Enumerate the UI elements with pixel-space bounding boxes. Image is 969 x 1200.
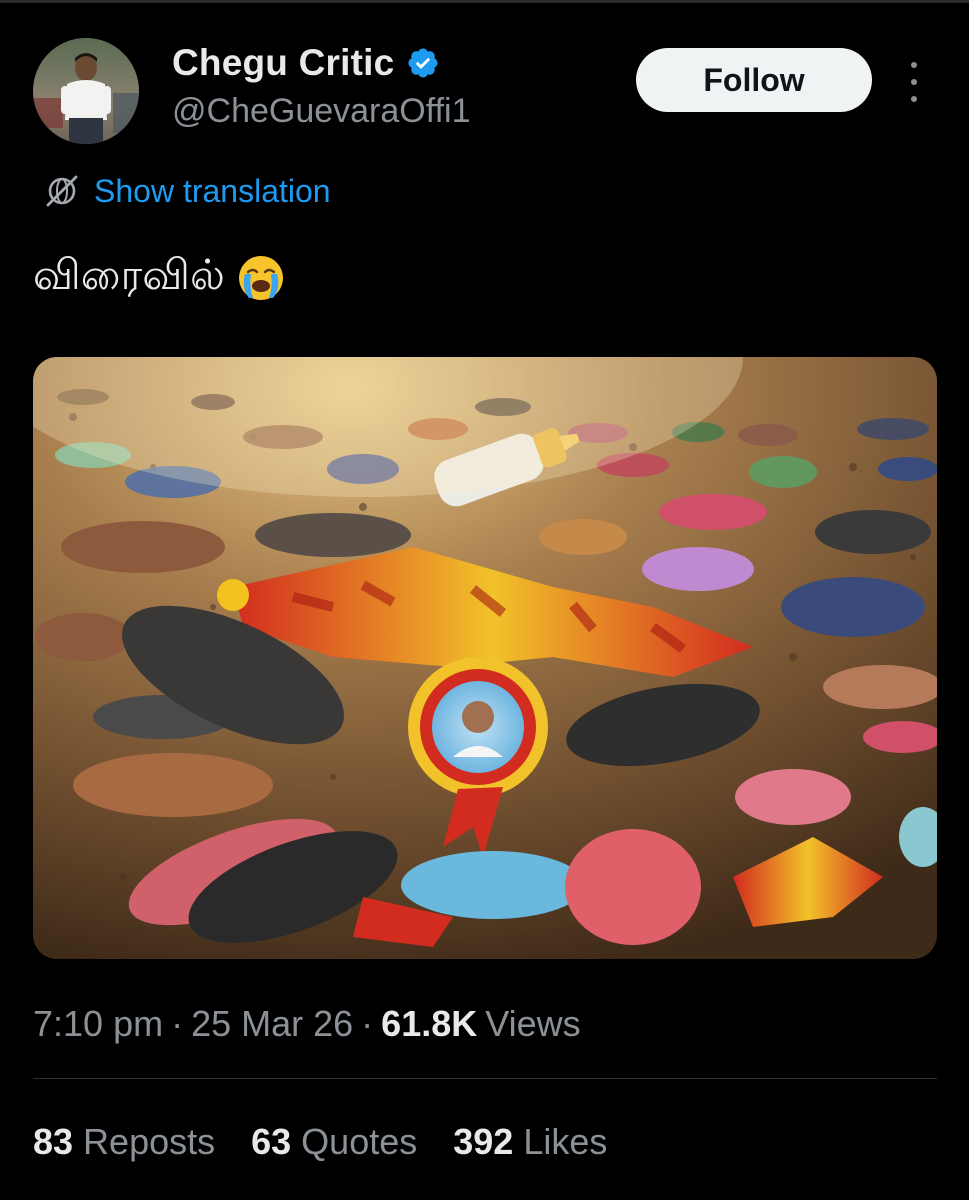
quotes-stat[interactable]: 63 Quotes (251, 1121, 417, 1163)
likes-stat[interactable]: 392 Likes (453, 1121, 607, 1163)
tweet-media-image[interactable] (33, 357, 937, 959)
avatar-image (33, 38, 139, 144)
avatar[interactable] (33, 38, 139, 144)
tweet-text: விரைவில் (33, 250, 287, 306)
engagement-stats: 83 Reposts 63 Quotes 392 Likes (33, 1118, 643, 1166)
tweet-date[interactable]: 25 Mar 26 (191, 1003, 353, 1045)
reposts-count: 83 (33, 1121, 74, 1162)
author-display-name[interactable]: Chegu Critic (172, 42, 394, 84)
views-count: 61.8K (381, 1003, 478, 1044)
tweet-time[interactable]: 7:10 pm (33, 1003, 163, 1045)
reposts-stat[interactable]: 83 Reposts (33, 1121, 215, 1163)
show-translation-link[interactable]: Show translation (44, 170, 331, 212)
author-handle[interactable]: @CheGuevaraOffi1 (172, 92, 470, 131)
meta-separator: · (171, 1003, 184, 1044)
tweet-text-body: விரைவில் (33, 251, 225, 298)
views-label: Views (485, 1003, 581, 1044)
quotes-count: 63 (251, 1121, 292, 1162)
likes-count: 392 (453, 1121, 514, 1162)
quotes-label: Quotes (301, 1121, 418, 1162)
crying-face-emoji (235, 252, 287, 304)
globe-slash-icon (44, 173, 80, 209)
follow-button[interactable]: Follow (636, 48, 872, 112)
likes-label: Likes (523, 1121, 608, 1162)
show-translation-label[interactable]: Show translation (94, 173, 331, 210)
divider (33, 1078, 937, 1079)
more-options-icon[interactable] (900, 62, 928, 102)
author-name-row[interactable]: Chegu Critic (172, 40, 440, 86)
meta-separator: · (361, 1003, 374, 1044)
tweet-meta: 7:10 pm · 25 Mar 26 · 61.8K Views (33, 1000, 581, 1048)
verified-badge-icon (406, 46, 440, 80)
media-illustration (33, 357, 937, 959)
reposts-label: Reposts (83, 1121, 216, 1162)
top-border (0, 0, 969, 3)
